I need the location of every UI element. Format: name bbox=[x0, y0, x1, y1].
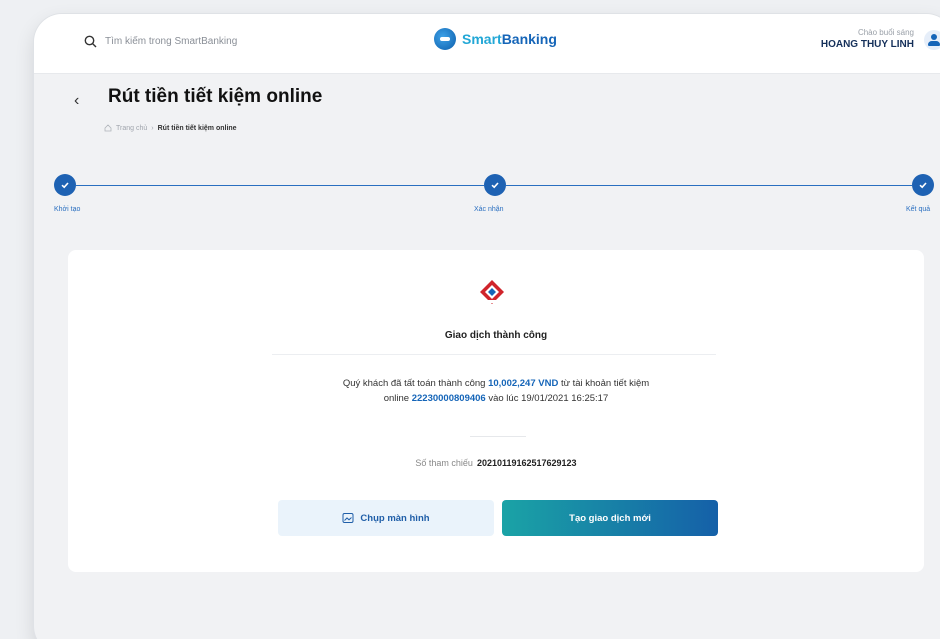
search-input[interactable]: Tìm kiếm trong SmartBanking bbox=[84, 35, 237, 48]
greeting-text: Chào buổi sáng bbox=[857, 28, 914, 37]
message-text: từ tài khoản tiết kiệm bbox=[558, 378, 650, 389]
result-card: Giao dịch thành công Quý khách đã tất to… bbox=[68, 250, 924, 572]
divider bbox=[470, 436, 526, 437]
screenshot-button[interactable]: Chụp màn hình bbox=[278, 500, 494, 536]
app-logo: SmartBanking bbox=[434, 28, 557, 50]
step-check-icon bbox=[54, 174, 76, 196]
reference-row: Số tham chiếu 20210119162517629123 bbox=[68, 458, 924, 468]
message-text: online bbox=[383, 393, 412, 404]
reference-value: 20210119162517629123 bbox=[476, 458, 577, 468]
breadcrumb: Trang chủ › Rút tiền tiết kiệm online bbox=[104, 124, 237, 132]
message-text: Quý khách đã tất toán thành công bbox=[342, 378, 489, 389]
page-title: Rút tiền tiết kiệm online bbox=[108, 86, 323, 107]
logo-brand-b: Banking bbox=[501, 31, 557, 47]
bank-logo-icon bbox=[480, 280, 504, 304]
image-icon bbox=[342, 513, 354, 523]
step-check-icon bbox=[912, 174, 934, 196]
stepper-line bbox=[506, 185, 912, 186]
stepper-line bbox=[76, 185, 484, 186]
stepper: Khởi tạo Xác nhận Kết quả bbox=[54, 164, 934, 224]
back-arrow-icon[interactable]: ‹ bbox=[74, 92, 79, 110]
amount-value: 10,002,247 VND bbox=[488, 378, 559, 389]
home-icon bbox=[104, 124, 112, 132]
top-bar: Tìm kiếm trong SmartBanking SmartBanking… bbox=[34, 14, 940, 74]
screenshot-button-label: Chụp màn hình bbox=[360, 512, 430, 524]
search-placeholder: Tìm kiếm trong SmartBanking bbox=[105, 36, 238, 47]
bidv-logo-icon bbox=[434, 28, 456, 50]
user-greeting: Chào buổi sáng HOANG THUY LINH bbox=[821, 28, 914, 50]
breadcrumb-home[interactable]: Trang chủ bbox=[116, 125, 147, 132]
new-transaction-button-label: Tạo giao dịch mới bbox=[569, 512, 651, 524]
divider bbox=[272, 354, 716, 355]
user-avatar-icon[interactable] bbox=[924, 30, 940, 50]
step-label-1: Khởi tạo bbox=[54, 206, 81, 213]
reference-label: Số tham chiếu bbox=[415, 458, 473, 468]
result-message: Quý khách đã tất toán thành công 10,002,… bbox=[68, 376, 924, 406]
message-text: vào lúc 19/01/2021 16:25:17 bbox=[485, 393, 609, 404]
step-label-3: Kết quả bbox=[906, 206, 931, 213]
account-number: 22230000809406 bbox=[411, 393, 486, 404]
user-name: HOANG THUY LINH bbox=[820, 39, 914, 50]
breadcrumb-current: Rút tiền tiết kiệm online bbox=[157, 124, 237, 132]
logo-brand-a: Smart bbox=[462, 31, 502, 47]
new-transaction-button[interactable]: Tạo giao dịch mới bbox=[502, 500, 718, 536]
step-check-icon bbox=[484, 174, 506, 196]
success-title: Giao dịch thành công bbox=[444, 330, 548, 341]
search-icon bbox=[84, 35, 97, 48]
app-window: Tìm kiếm trong SmartBanking SmartBanking… bbox=[34, 14, 940, 639]
breadcrumb-separator: › bbox=[151, 124, 154, 132]
step-label-2: Xác nhận bbox=[474, 206, 504, 213]
logo-text: SmartBanking bbox=[462, 31, 557, 47]
